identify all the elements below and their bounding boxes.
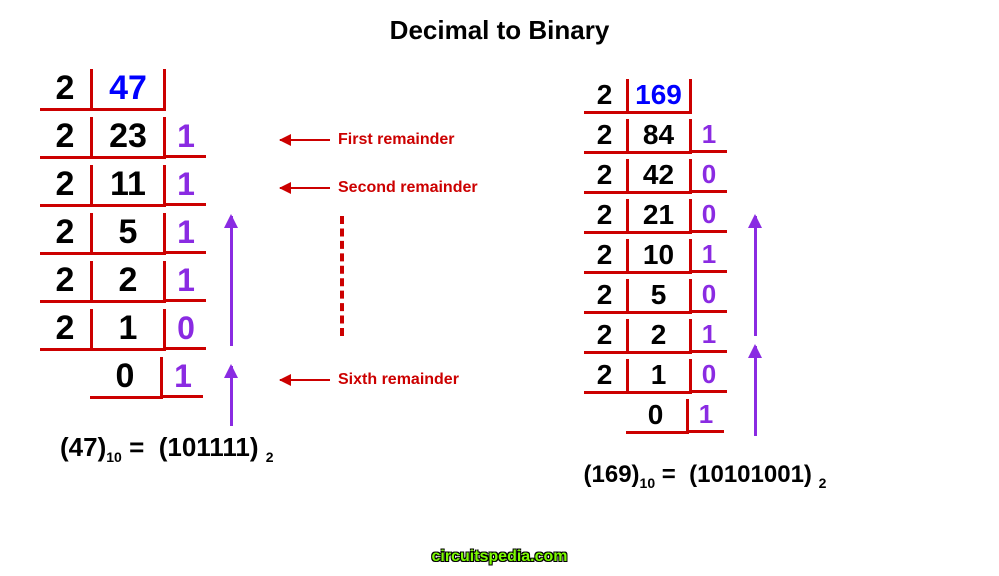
- table-row: 2 2 1: [584, 316, 960, 356]
- quotient: 5: [629, 279, 692, 314]
- table-row: 2 84 1: [584, 116, 960, 156]
- quotient: 11: [93, 165, 166, 207]
- divisor: 2: [40, 165, 93, 207]
- quotient: 84: [629, 119, 692, 154]
- table-row: 2 5 0: [584, 276, 960, 316]
- arrow-left-icon: [280, 139, 330, 141]
- base-sub: 10: [640, 475, 656, 491]
- divisor: 2: [584, 279, 629, 314]
- divisor: 2: [584, 199, 629, 234]
- decimal-value: (169): [584, 461, 640, 488]
- quotient: 10: [629, 239, 692, 274]
- equals: =: [662, 461, 676, 488]
- up-arrow-icon: [754, 216, 757, 336]
- table-row: 0 1: [584, 396, 960, 436]
- base-sub: 2: [819, 475, 827, 491]
- divisor: 2: [40, 213, 93, 255]
- division-table-47: 2 47 2 23 1 2 11 1 2 5 1 2 2 1: [40, 66, 584, 402]
- up-arrow-icon: [230, 366, 233, 426]
- remainder: 0: [692, 279, 727, 313]
- quotient: 1: [629, 359, 692, 394]
- table-row: 2 42 0: [584, 156, 960, 196]
- divisor: 2: [584, 319, 629, 354]
- watermark: circuitspedia.com: [431, 548, 567, 566]
- annotation-sixth: Sixth remainder: [280, 371, 459, 389]
- divisor: 2: [584, 159, 629, 194]
- remainder: 1: [166, 166, 206, 206]
- annotation-label: First remainder: [338, 131, 454, 149]
- quotient: 42: [629, 159, 692, 194]
- remainder: 1: [166, 214, 206, 254]
- annotation-second: Second remainder: [280, 179, 478, 197]
- divisor: 2: [40, 309, 93, 351]
- remainder: 1: [692, 239, 727, 273]
- remainder: 1: [163, 358, 203, 398]
- decimal-value: (47): [60, 432, 106, 462]
- table-row: 2 21 0: [584, 196, 960, 236]
- remainder: 1: [689, 399, 724, 433]
- divisor: 2: [584, 239, 629, 274]
- base-sub: 10: [106, 449, 122, 465]
- table-row: 2 1 0: [584, 356, 960, 396]
- table-row: 2 2 1: [40, 258, 584, 306]
- quotient: 0: [90, 357, 163, 399]
- divisor: 2: [584, 359, 629, 394]
- remainder: 0: [692, 159, 727, 193]
- division-table-169: 2 169 2 84 1 2 42 0 2 21 0 2 10: [584, 76, 960, 436]
- quotient: 1: [93, 309, 166, 351]
- arrow-left-icon: [280, 379, 330, 381]
- quotient: 5: [93, 213, 166, 255]
- up-arrow-icon: [754, 346, 757, 436]
- remainder: 1: [166, 118, 206, 158]
- base-sub: 2: [266, 449, 274, 465]
- remainder: 1: [692, 119, 727, 153]
- divisor: 2: [40, 261, 93, 303]
- remainder: 0: [166, 310, 206, 350]
- quotient: 2: [93, 261, 166, 303]
- divisor: 2: [584, 119, 629, 154]
- table-row: 2 10 1: [584, 236, 960, 276]
- table-row: 2 1 0: [40, 306, 584, 354]
- table-row: 2 5 1: [40, 210, 584, 258]
- result-47: (47)10 = (101111) 2: [60, 432, 584, 465]
- diagram-container: 2 47 2 23 1 2 11 1 2 5 1 2 2 1: [0, 46, 999, 491]
- remainder: 0: [692, 359, 727, 393]
- table-row: 2 169: [584, 76, 960, 116]
- dashed-line-icon: [340, 216, 344, 336]
- remainder: 1: [692, 319, 727, 353]
- quotient: 47: [93, 69, 166, 111]
- divisor: 2: [40, 69, 93, 111]
- quotient: 21: [629, 199, 692, 234]
- quotient: 23: [93, 117, 166, 159]
- remainder: 0: [692, 199, 727, 233]
- result-169: (169)10 = (10101001) 2: [584, 461, 960, 491]
- arrow-left-icon: [280, 187, 330, 189]
- page-title: Decimal to Binary: [0, 0, 999, 46]
- binary-value: (10101001): [689, 461, 812, 488]
- remainder: 1: [166, 262, 206, 302]
- quotient: 0: [626, 399, 689, 434]
- binary-value: (101111): [159, 432, 259, 462]
- left-conversion: 2 47 2 23 1 2 11 1 2 5 1 2 2 1: [40, 46, 584, 491]
- table-row: 2 47: [40, 66, 584, 114]
- divisor: 2: [40, 117, 93, 159]
- equals: =: [129, 432, 144, 462]
- up-arrow-icon: [230, 216, 233, 346]
- quotient: 2: [629, 319, 692, 354]
- annotation-label: Sixth remainder: [338, 371, 459, 389]
- right-conversion: 2 169 2 84 1 2 42 0 2 21 0 2 10: [584, 46, 960, 491]
- divisor: 2: [584, 79, 629, 114]
- quotient: 169: [629, 79, 692, 114]
- annotation-first: First remainder: [280, 131, 454, 149]
- annotation-label: Second remainder: [338, 179, 478, 197]
